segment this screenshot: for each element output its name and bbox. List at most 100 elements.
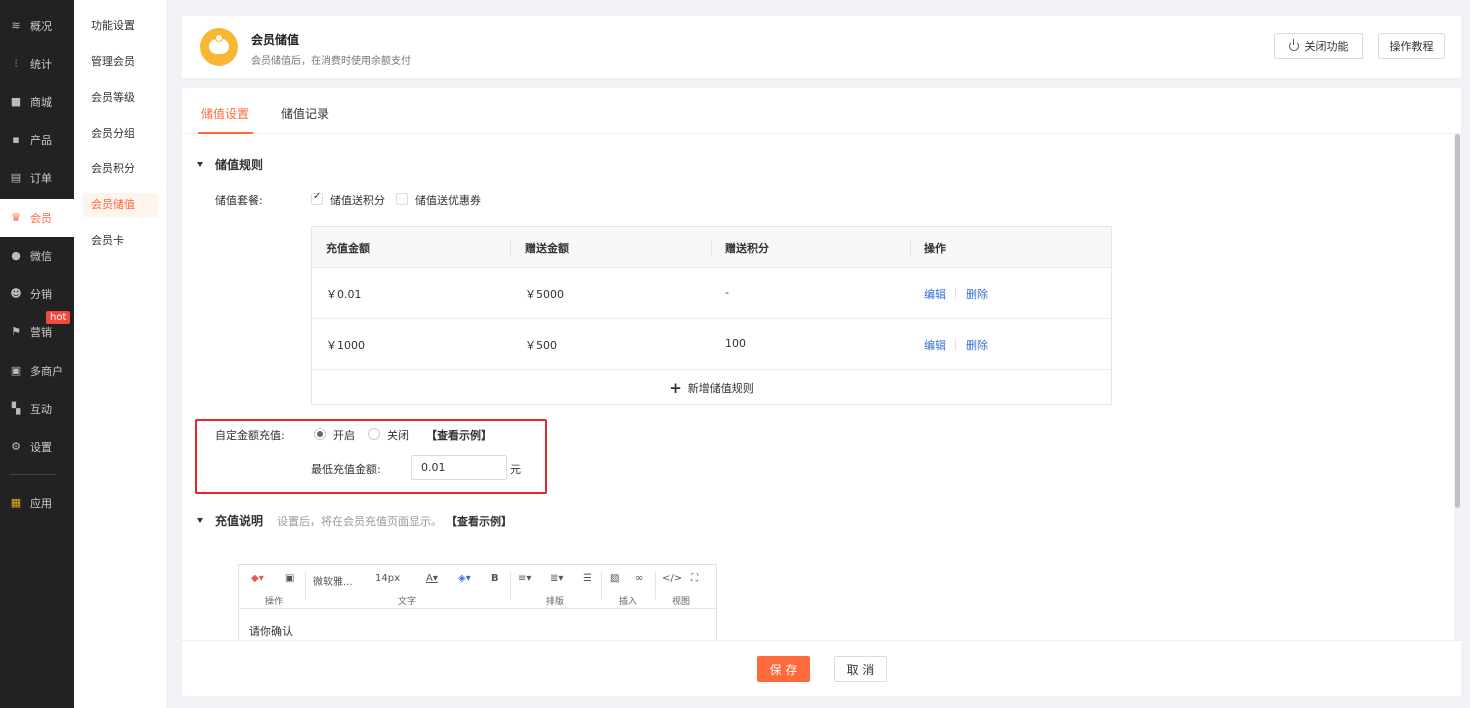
hot-badge: hot [46, 311, 71, 324]
gear-icon: ⚙ [11, 440, 21, 453]
scrollbar-thumb[interactable] [1455, 134, 1460, 508]
image-icon[interactable]: ▨ [610, 573, 619, 584]
cell-points: 100 [725, 337, 746, 350]
col-divider [910, 241, 911, 255]
subnav-item-member-points[interactable]: 会员积分 [83, 157, 158, 181]
nav-item-store[interactable]: ■ 商城 [0, 83, 74, 121]
align-icon[interactable]: ≡▾ [518, 573, 531, 584]
close-feature-button[interactable]: 关闭功能 [1274, 33, 1363, 59]
add-rule-button[interactable]: + 新增储值规则 [312, 371, 1111, 404]
desc-hint: 设置后，将在会员充值页面显示。 [277, 515, 442, 528]
custom-on-label: 开启 [333, 429, 355, 442]
indent-icon[interactable]: ≣▾ [550, 573, 563, 584]
custom-off-radio[interactable] [368, 428, 380, 440]
tab-stored-value-settings[interactable]: 储值设置 [201, 105, 249, 122]
col-header-bonus: 赠送金额 [525, 242, 569, 255]
eraser-icon[interactable]: ◆▾ [251, 573, 264, 584]
wechat-icon: ● [11, 249, 21, 262]
custom-example-link[interactable]: 【查看示例】 [426, 427, 492, 443]
package-label: 储值套餐: [215, 194, 263, 207]
section-toggle-desc[interactable]: 充值说明 [197, 512, 263, 529]
list-icon[interactable]: ☰ [583, 573, 592, 584]
main-panel: 储值设置 储值记录 储值规则 储值套餐: 储值送积分 储值送优惠券 充值金额 赠… [182, 88, 1461, 696]
coupon-checkbox[interactable] [396, 193, 408, 205]
points-checkbox-label: 储值送积分 [330, 194, 385, 207]
bold-icon[interactable]: B [491, 573, 499, 584]
fullscreen-icon[interactable]: ⛶ [691, 573, 698, 584]
layers-icon: ≋ [11, 19, 21, 32]
format-icon[interactable]: ▣ [285, 573, 294, 584]
piggy-bank-icon [200, 28, 238, 66]
nav-divider [10, 474, 56, 475]
chart-icon: ⫶ [14, 57, 18, 70]
action-divider [955, 339, 956, 350]
grid-icon: ▪ [12, 133, 20, 146]
font-family-select[interactable]: 微软雅... [313, 573, 353, 588]
cancel-button[interactable]: 取 消 [834, 656, 887, 682]
edit-link[interactable]: 编辑 [924, 286, 946, 302]
custom-on-radio[interactable] [314, 428, 326, 440]
custom-off-label: 关闭 [387, 429, 409, 442]
tab-stored-value-records[interactable]: 储值记录 [281, 105, 329, 122]
subnav-item-function-settings[interactable]: 功能设置 [83, 14, 158, 38]
edit-link[interactable]: 编辑 [924, 337, 946, 353]
caret-down-icon [197, 518, 203, 523]
group-label-actions[interactable]: 操作 [265, 594, 283, 607]
desc-example-link[interactable]: 【查看示例】 [446, 513, 512, 529]
cell-bonus: ￥5000 [525, 288, 564, 301]
link-icon[interactable]: ∞ [635, 573, 643, 584]
main-nav: ≋ 概况 ⫶ 统计 ■ 商城 ▪ 产品 ▤ 订单 ♛ 会员 ● 微信 ☻ 分销 ⚑ 营销 hot … [0, 0, 74, 708]
col-header-amount: 充值金额 [326, 242, 370, 255]
group-label-insert[interactable]: 插入 [619, 594, 637, 607]
min-amount-input[interactable]: 0.01 [411, 455, 507, 480]
font-size-select[interactable]: 14px [375, 573, 400, 584]
subnav-item-member-groups[interactable]: 会员分组 [83, 122, 158, 146]
member-subnav: 功能设置 管理会员 会员等级 会员分组 会员积分 会员储值 会员卡 [74, 0, 166, 708]
cell-bonus: ￥500 [525, 339, 557, 352]
flag-icon: ⚑ [11, 325, 21, 338]
nav-item-interact[interactable]: ▚ 互动 [0, 390, 74, 428]
nav-item-wechat[interactable]: ● 微信 [0, 237, 74, 275]
nav-item-overview[interactable]: ≋ 概况 [0, 7, 74, 45]
feature-header: 会员储值 会员储值后，在消费时使用余额支付 关闭功能 操作教程 [182, 16, 1461, 78]
col-header-actions: 操作 [924, 242, 946, 255]
section-toggle-rules[interactable]: 储值规则 [197, 156, 263, 173]
nav-item-stats[interactable]: ⫶ 统计 [0, 45, 74, 83]
tutorial-button[interactable]: 操作教程 [1378, 33, 1445, 59]
editor-content[interactable]: 请你确认 [249, 623, 293, 639]
page-title: 会员储值 [251, 33, 300, 47]
shops-icon: ▣ [10, 364, 22, 377]
toolbar-divider [305, 571, 306, 599]
col-divider [510, 241, 511, 255]
nav-item-products[interactable]: ▪ 产品 [0, 121, 74, 159]
group-label-view[interactable]: 视图 [672, 594, 690, 607]
cell-amount: ￥0.01 [326, 288, 362, 301]
points-checkbox[interactable] [311, 191, 323, 205]
subnav-item-member-levels[interactable]: 会员等级 [83, 86, 158, 110]
cell-points: - [725, 286, 729, 299]
crown-icon: ♛ [11, 211, 21, 224]
rules-table: 充值金额 赠送金额 赠送积分 操作 ￥0.01 ￥5000 - 编辑 删除 ￥1… [311, 226, 1112, 405]
subnav-item-member-card[interactable]: 会员卡 [83, 229, 158, 253]
bg-color-icon[interactable]: ◈▾ [458, 573, 471, 584]
group-label-layout[interactable]: 排版 [546, 594, 564, 607]
font-color-icon[interactable]: A▾ [426, 573, 438, 584]
delete-link[interactable]: 删除 [966, 337, 988, 353]
plus-icon: + [669, 378, 682, 397]
nav-item-settings[interactable]: ⚙ 设置 [0, 428, 74, 466]
nav-item-apps[interactable]: ▦ 应用 [0, 484, 74, 522]
nav-item-orders[interactable]: ▤ 订单 [0, 159, 74, 197]
subnav-item-manage-members[interactable]: 管理会员 [83, 50, 158, 74]
rich-text-editor: ◆▾ ▣ 操作 微软雅... 14px A▾ ◈▾ B 文字 ≡▾ ≣▾ ☰ 排… [238, 564, 717, 644]
subnav-item-member-stored-value[interactable]: 会员储值 [83, 193, 158, 217]
code-icon[interactable]: </> [662, 573, 682, 584]
nav-item-distribution[interactable]: ☻ 分销 [0, 275, 74, 313]
table-row: ￥1000 ￥500 100 编辑 删除 [312, 319, 1111, 370]
delete-link[interactable]: 删除 [966, 286, 988, 302]
group-label-text[interactable]: 文字 [398, 594, 416, 607]
save-button[interactable]: 保 存 [757, 656, 810, 682]
nav-item-members[interactable]: ♛ 会员 [0, 199, 74, 237]
power-icon [1288, 39, 1299, 51]
nav-item-multi-merchant[interactable]: ▣ 多商户 [0, 352, 74, 390]
table-header: 充值金额 赠送金额 赠送积分 操作 [312, 227, 1111, 268]
